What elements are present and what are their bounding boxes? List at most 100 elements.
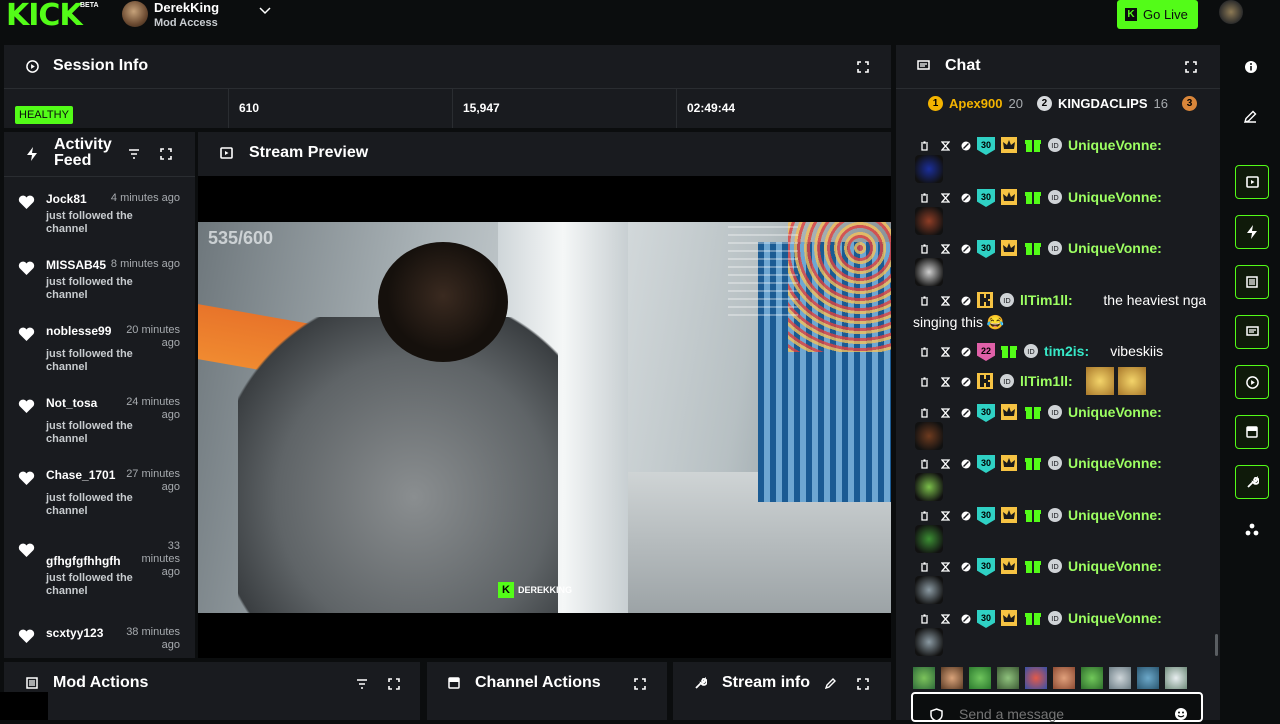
info-icon[interactable] [1244, 60, 1258, 74]
leader-1-name[interactable]: Apex900 [949, 96, 1002, 111]
expand-icon[interactable] [1185, 61, 1197, 73]
heart-icon [18, 471, 35, 485]
sidebar-activity-feed-button[interactable] [1235, 215, 1269, 249]
lightning-icon [1247, 225, 1257, 239]
svg-text:ID: ID [1051, 615, 1058, 623]
timeout-icon[interactable] [941, 141, 950, 151]
chat-username[interactable]: tim2is: [1044, 343, 1089, 359]
chat-text: the heaviest nga [1103, 292, 1207, 308]
user-info[interactable]: DerekKing Mod Access [154, 0, 219, 29]
expand-icon[interactable] [857, 61, 869, 73]
more-icon[interactable] [1245, 523, 1259, 537]
timeout-icon[interactable] [941, 377, 950, 387]
trash-icon[interactable] [920, 377, 929, 387]
sidebar-stream-preview-button[interactable] [1235, 165, 1269, 199]
emote[interactable] [969, 667, 991, 689]
ban-icon[interactable] [961, 459, 971, 469]
ban-icon[interactable] [961, 296, 971, 306]
timeout-icon[interactable] [941, 408, 950, 418]
sidebar-mod-actions-button[interactable] [1235, 265, 1269, 299]
timeout-icon[interactable] [941, 193, 950, 203]
emote[interactable] [1165, 667, 1187, 689]
chat-input-box[interactable] [911, 692, 1203, 724]
ban-icon[interactable] [961, 244, 971, 254]
follower-name: Not_tosa [46, 396, 98, 410]
go-live-button[interactable]: K Go Live [1117, 0, 1198, 29]
username: DerekKing [154, 0, 220, 15]
trash-icon[interactable] [920, 141, 929, 151]
emote[interactable] [941, 667, 963, 689]
trash-icon[interactable] [920, 347, 929, 357]
ban-icon[interactable] [961, 377, 971, 387]
chat-username[interactable]: UniqueVonne: [1068, 455, 1162, 471]
chat-username[interactable]: llTim1ll: [1020, 292, 1073, 308]
sidebar-chat-button[interactable] [1235, 315, 1269, 349]
video-lights [788, 222, 891, 352]
sidebar-channel-actions-button[interactable] [1235, 415, 1269, 449]
trash-icon[interactable] [920, 614, 929, 624]
emote[interactable] [1053, 667, 1075, 689]
trash-icon[interactable] [920, 193, 929, 203]
expand-icon[interactable] [160, 148, 172, 160]
filter-icon[interactable] [128, 149, 140, 159]
trash-icon[interactable] [920, 562, 929, 572]
chat-username[interactable]: UniqueVonne: [1068, 404, 1162, 420]
sidebar-stream-info-button[interactable] [1235, 465, 1269, 499]
ban-icon[interactable] [961, 141, 971, 151]
timeout-icon[interactable] [941, 614, 950, 624]
expand-icon[interactable] [857, 678, 869, 690]
svg-text:ID: ID [1051, 409, 1058, 417]
leader-2-name[interactable]: KINGDACLIPS [1058, 96, 1148, 111]
filter-icon[interactable] [356, 679, 368, 689]
timeout-icon[interactable] [941, 562, 950, 572]
chevron-down-icon[interactable] [259, 5, 271, 17]
ban-icon[interactable] [961, 562, 971, 572]
svg-text:ID: ID [1051, 460, 1058, 468]
chat-username[interactable]: UniqueVonne: [1068, 507, 1162, 523]
trash-icon[interactable] [920, 459, 929, 469]
trash-icon[interactable] [920, 511, 929, 521]
chat-input[interactable] [959, 704, 1159, 724]
follower-name: noblesse99 [46, 324, 112, 338]
timeout-icon[interactable] [941, 244, 950, 254]
trash-icon[interactable] [920, 296, 929, 306]
profile-avatar[interactable] [1219, 0, 1243, 24]
emote[interactable] [1137, 667, 1159, 689]
chat-username[interactable]: UniqueVonne: [1068, 610, 1162, 626]
chat-username[interactable]: llTim1ll: [1020, 373, 1073, 389]
video-player[interactable]: 535/600 K DEREKKING [198, 222, 891, 613]
emote[interactable] [997, 667, 1019, 689]
trash-icon[interactable] [920, 244, 929, 254]
emoji-icon[interactable] [1174, 707, 1188, 721]
chat-scrollbar[interactable] [1215, 634, 1218, 656]
chat-username[interactable]: UniqueVonne: [1068, 137, 1162, 153]
chat-username[interactable]: UniqueVonne: [1068, 189, 1162, 205]
emote[interactable] [913, 667, 935, 689]
sidebar-session-info-button[interactable] [1235, 365, 1269, 399]
expand-icon[interactable] [388, 678, 400, 690]
verified-icon: ID [1048, 405, 1062, 419]
chat-username[interactable]: UniqueVonne: [1068, 558, 1162, 574]
verified-icon: ID [1024, 344, 1038, 358]
timeout-icon[interactable] [941, 511, 950, 521]
chat-username[interactable]: UniqueVonne: [1068, 240, 1162, 256]
edit-icon[interactable] [1244, 110, 1257, 123]
emote[interactable] [1109, 667, 1131, 689]
emote[interactable] [1081, 667, 1103, 689]
chat-header-divider [896, 88, 1220, 89]
timeout-icon[interactable] [941, 296, 950, 306]
user-avatar[interactable] [122, 1, 148, 27]
edit-icon[interactable] [825, 678, 836, 689]
expand-icon[interactable] [634, 678, 646, 690]
ban-icon[interactable] [961, 511, 971, 521]
emote[interactable] [1025, 667, 1047, 689]
ban-icon[interactable] [961, 408, 971, 418]
ban-icon[interactable] [961, 614, 971, 624]
kick-logo[interactable]: KICK [6, 0, 83, 33]
ban-icon[interactable] [961, 347, 971, 357]
trash-icon[interactable] [920, 408, 929, 418]
timeout-icon[interactable] [941, 459, 950, 469]
ban-icon[interactable] [961, 193, 971, 203]
stat-uptime: 02:49:44 [676, 88, 891, 128]
timeout-icon[interactable] [941, 347, 950, 357]
